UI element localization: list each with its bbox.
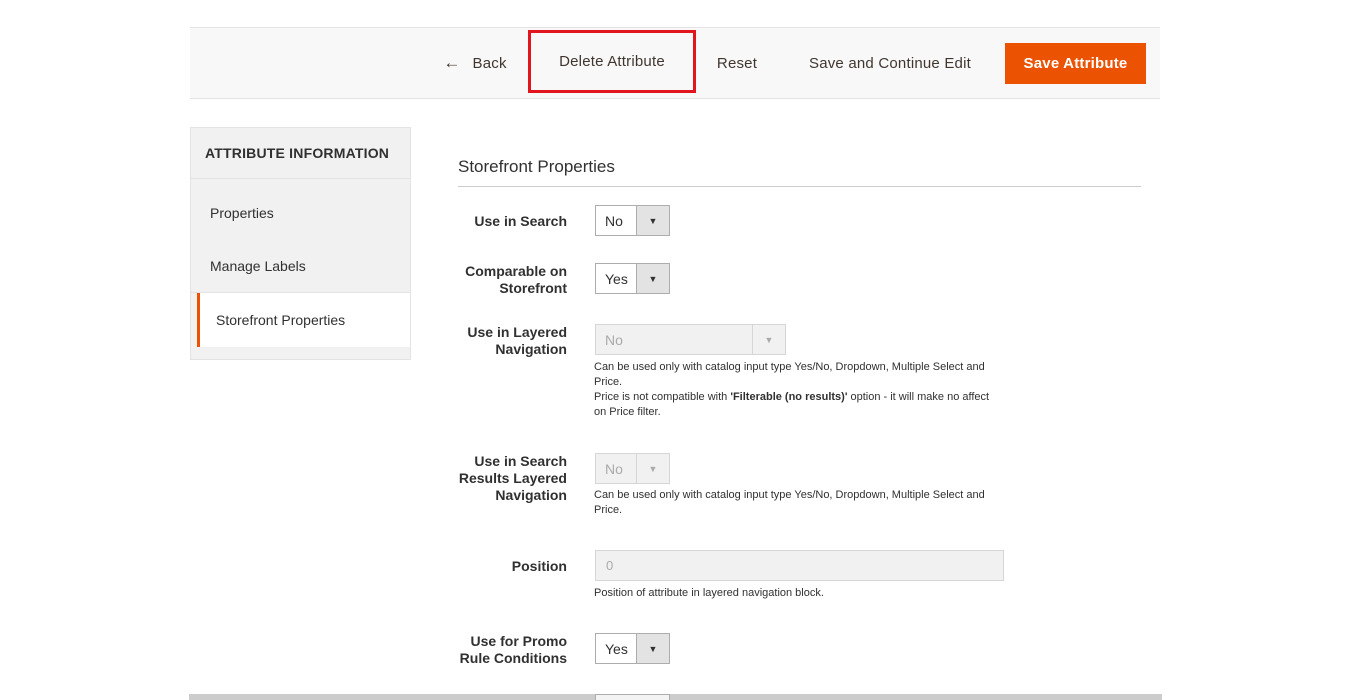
select-value: No (605, 212, 623, 229)
sidebar-item-properties[interactable]: Properties (191, 186, 410, 240)
sidebar-item-label: Properties (210, 205, 274, 221)
layered-nav-label: Use in Layered Navigation (467, 324, 567, 357)
delete-attribute-button[interactable]: Delete Attribute (528, 30, 696, 93)
section-divider (458, 186, 1141, 187)
chevron-down-icon: ▼ (636, 264, 669, 293)
use-in-search-select[interactable]: No ▼ (595, 205, 670, 236)
search-layered-nav-label: Use in Search Results Layered Navigation (458, 453, 567, 503)
position-input: 0 (595, 550, 1004, 581)
delete-attribute-label: Delete Attribute (559, 53, 665, 70)
position-label: Position (511, 558, 567, 574)
sidebar-item-manage-labels[interactable]: Manage Labels (191, 240, 410, 293)
reset-button[interactable]: Reset (706, 28, 768, 98)
arrow-left-icon: ← (443, 53, 461, 72)
sidebar-divider (191, 178, 410, 179)
note-bold: 'Filterable (no results)' (730, 391, 848, 403)
chevron-down-icon: ▼ (752, 325, 785, 354)
sidebar-item-storefront-properties[interactable]: Storefront Properties (197, 293, 410, 347)
back-button[interactable]: ← Back (440, 28, 510, 98)
save-attribute-label: Save Attribute (1023, 55, 1128, 72)
sidebar-item-label: Manage Labels (210, 258, 306, 274)
chevron-down-icon: ▼ (636, 206, 669, 235)
save-attribute-button[interactable]: Save Attribute (1005, 43, 1146, 84)
sidebar-item-label: Storefront Properties (216, 312, 346, 328)
select-value: Yes (605, 270, 628, 287)
chevron-down-icon: ▼ (636, 454, 669, 483)
section-title: Storefront Properties (458, 157, 615, 176)
back-label: Back (472, 54, 507, 72)
next-select-partial[interactable] (595, 694, 670, 700)
page-actions-bar: ← Back Delete Attribute Reset Save and C… (190, 27, 1160, 99)
use-in-search-label: Use in Search (474, 213, 567, 229)
chevron-down-icon: ▼ (636, 634, 669, 663)
search-layered-nav-note: Can be used only with catalog input type… (594, 489, 985, 516)
bottom-scroll-edge (189, 694, 1162, 700)
promo-rules-label: Use for Promo Rule Conditions (459, 633, 567, 666)
comparable-select[interactable]: Yes ▼ (595, 263, 670, 294)
comparable-label: Comparable on Storefront (465, 263, 567, 296)
select-value: Yes (605, 640, 628, 657)
layered-nav-note-line2: Price is not compatible with 'Filterable… (594, 390, 999, 420)
save-and-continue-button[interactable]: Save and Continue Edit (794, 28, 986, 98)
search-layered-nav-select: No ▼ (595, 453, 670, 484)
note-prefix: Price is not compatible with (594, 391, 731, 403)
reset-label: Reset (716, 54, 758, 72)
save-and-continue-label: Save and Continue Edit (808, 54, 971, 72)
position-value: 0 (606, 558, 614, 573)
select-value: No (605, 460, 623, 477)
sidebar-title: ATTRIBUTE INFORMATION (205, 145, 390, 161)
promo-rules-select[interactable]: Yes ▼ (595, 633, 670, 664)
position-note: Position of attribute in layered navigat… (594, 587, 824, 599)
layered-nav-note: Can be used only with catalog input type… (594, 360, 999, 420)
layered-nav-note-line1: Can be used only with catalog input type… (594, 361, 985, 388)
layered-nav-select: No ▼ (595, 324, 786, 355)
select-value: No (605, 331, 623, 348)
